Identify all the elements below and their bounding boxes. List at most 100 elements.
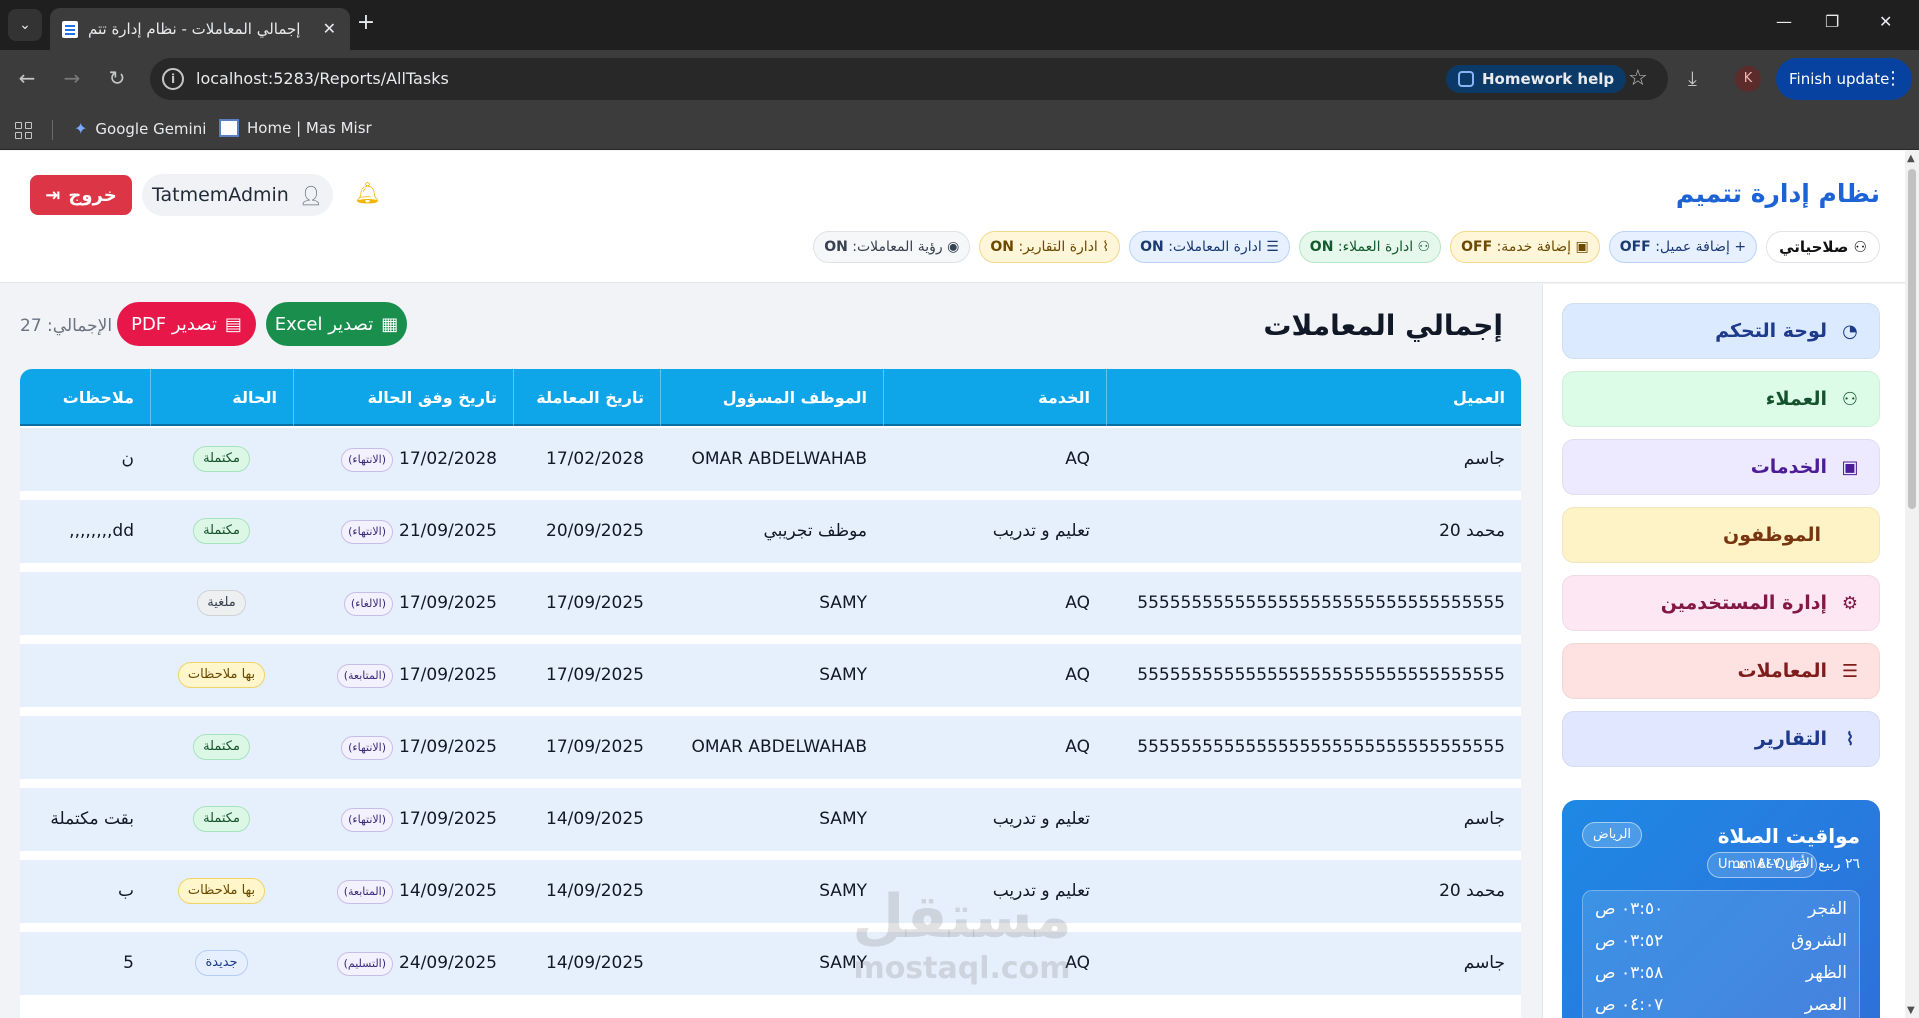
apps-grid-icon[interactable] bbox=[15, 122, 33, 140]
cell-client: جاسم bbox=[1463, 449, 1505, 469]
column-header-employee[interactable]: الموظف المسؤول bbox=[660, 369, 883, 426]
column-header-status[interactable]: الحالة bbox=[150, 369, 293, 426]
reload-icon[interactable]: ↻ bbox=[104, 66, 130, 90]
export-excel-button[interactable]: ▦ تصدير Excel bbox=[266, 302, 407, 346]
chart-line-icon: ⌇ bbox=[1845, 728, 1855, 750]
cell-employee: SAMY bbox=[819, 665, 867, 685]
logout-button[interactable]: خروج ⇥ bbox=[30, 175, 132, 215]
perm-badge-add-service: ▣ إضافة خدمة: OFF bbox=[1450, 231, 1600, 263]
state-tag-badge: (الانتهاء) bbox=[341, 519, 394, 544]
state-tag-badge: (المتابعة) bbox=[336, 663, 394, 688]
brand-title[interactable]: نظام إدارة تتميم bbox=[1676, 179, 1880, 208]
app-root: نظام إدارة تتميم خروج ⇥ 👤︎ TatmemAdmin 🔔… bbox=[0, 151, 1905, 1018]
export-pdf-label: تصدير PDF bbox=[131, 313, 217, 335]
cell-service: تعليم و تدريب bbox=[992, 521, 1090, 541]
url-text[interactable]: localhost:5283/Reports/AllTasks bbox=[196, 69, 449, 88]
cell-tx-date: 17/02/2028 bbox=[546, 449, 644, 469]
bookmark-star-icon[interactable]: ☆ bbox=[1628, 66, 1648, 91]
sidebar-item-label: الخدمات bbox=[1750, 456, 1827, 478]
table-row[interactable]: جاسم AQ SAMY 14/09/2025 24/09/2025 (التسليم) ج… bbox=[20, 932, 1521, 995]
page-favicon-icon bbox=[62, 21, 78, 38]
download-icon[interactable]: ⤓ bbox=[1688, 66, 1697, 90]
cell-status: جديدة bbox=[150, 932, 293, 995]
site-info-icon[interactable]: i bbox=[162, 68, 184, 90]
table-row[interactable]: 5555555555555555555555555555555555 AQ SAMY… bbox=[20, 572, 1521, 635]
profile-avatar[interactable]: K bbox=[1735, 66, 1761, 92]
sidebar-item-clients[interactable]: ⚇ العملاء bbox=[1562, 371, 1880, 427]
cell-notes bbox=[20, 716, 150, 779]
address-bar[interactable]: i localhost:5283/Reports/AllTasks Homewo… bbox=[150, 58, 1668, 100]
page-scrollbar[interactable]: ▲ ▼ bbox=[1905, 151, 1919, 1018]
cell-state-date: 17/09/2025 (الانتهاء) bbox=[293, 716, 513, 779]
cell-notes: 5 bbox=[123, 953, 134, 973]
state-date: 14/09/2025 bbox=[399, 881, 497, 901]
sidebar-item-user-management[interactable]: ⚙ إدارة المستخدمين bbox=[1562, 575, 1880, 631]
sidebar-item-dashboard[interactable]: ◔ لوحة التحكم bbox=[1562, 303, 1880, 359]
notification-bell-icon[interactable]: 🔔︎ bbox=[354, 181, 381, 206]
back-icon[interactable]: ← bbox=[14, 66, 40, 90]
forward-icon[interactable]: → bbox=[59, 66, 85, 90]
column-header-state-date[interactable]: تاريخ وفق الحالة bbox=[293, 369, 513, 426]
cell-tx-date: 14/09/2025 bbox=[546, 809, 644, 829]
cell-notes bbox=[20, 644, 150, 707]
state-tag-badge: (الانتهاء) bbox=[341, 735, 394, 760]
status-badge: بها ملاحظات bbox=[177, 878, 266, 904]
more-menu-icon[interactable]: ⋮ bbox=[1884, 58, 1902, 100]
close-window-icon[interactable]: ✕ bbox=[1879, 12, 1892, 31]
column-header-client[interactable]: العميل bbox=[1106, 369, 1521, 426]
table-row[interactable]: محمد 20 تعليم و تدريب SAMY 14/09/2025 14/09/… bbox=[20, 860, 1521, 923]
cell-state-date: 21/09/2025 (الانتهاء) bbox=[293, 500, 513, 563]
cell-employee: SAMY bbox=[819, 809, 867, 829]
scroll-up-icon[interactable]: ▲ bbox=[1907, 153, 1915, 164]
sidebar-item-transactions[interactable]: ☰ المعاملات bbox=[1562, 643, 1880, 699]
browser-tab-strip: ⌄ إجمالي المعاملات - نظام إدارة تتم ✕ + … bbox=[0, 0, 1919, 50]
cell-tx-date: 14/09/2025 bbox=[546, 881, 644, 901]
table-row[interactable]: جاسم تعليم و تدريب SAMY 14/09/2025 17/09/202… bbox=[20, 788, 1521, 851]
state-date: 17/09/2025 bbox=[399, 737, 497, 757]
cell-state-date: 24/09/2025 (التسليم) bbox=[293, 932, 513, 995]
cell-tx-date: 20/09/2025 bbox=[546, 521, 644, 541]
user-chip[interactable]: 👤︎ TatmemAdmin bbox=[142, 174, 333, 216]
prayer-times-list: الفجر ٠٣:٥٠ ص الشروق ٠٣:٥٢ ص الظهر ٠٣:٥٨ ص … bbox=[1582, 890, 1860, 1018]
state-date: 24/09/2025 bbox=[399, 953, 497, 973]
column-header-notes[interactable]: ملاحظات bbox=[20, 369, 150, 426]
state-date: 21/09/2025 bbox=[399, 521, 497, 541]
table-row[interactable]: محمد 20 تعليم و تدريب موظف تجريبي 20/09/202… bbox=[20, 500, 1521, 563]
user-icon: 👤︎ bbox=[298, 184, 323, 207]
restore-icon[interactable]: ❐ bbox=[1825, 12, 1839, 31]
sidebar-item-label: إدارة المستخدمين bbox=[1660, 592, 1827, 614]
table-row[interactable]: 5555555555555555555555555555555555 AQ OMAR… bbox=[20, 716, 1521, 779]
watermark: مستقل bbox=[852, 882, 1072, 952]
browser-tab[interactable]: إجمالي المعاملات - نظام إدارة تتم ✕ bbox=[50, 8, 350, 50]
state-date: 17/09/2025 bbox=[399, 665, 497, 685]
homework-help-button[interactable]: Homework help bbox=[1446, 65, 1627, 93]
sidebar-item-reports[interactable]: ⌇ التقارير bbox=[1562, 711, 1880, 767]
perm-badge-add-client: + إضافة عميل: OFF bbox=[1608, 231, 1758, 263]
prayer-row: العصر ٠٤:٠٧ ص bbox=[1595, 995, 1847, 1015]
scroll-down-icon[interactable]: ▼ bbox=[1907, 1005, 1915, 1016]
cell-state-date: 17/09/2025 (المتابعة) bbox=[293, 644, 513, 707]
bookmark-gemini[interactable]: ✦ Google Gemini bbox=[74, 119, 206, 138]
scroll-thumb[interactable] bbox=[1908, 169, 1916, 509]
sidebar-item-services[interactable]: ▣ الخدمات bbox=[1562, 439, 1880, 495]
list-check-icon: ☰ bbox=[1841, 660, 1859, 682]
export-pdf-button[interactable]: ▤ تصدير PDF bbox=[117, 302, 256, 346]
table-row[interactable]: جاسم AQ OMAR ABDELWAHAB 17/02/2028 17/02/202… bbox=[20, 428, 1521, 491]
finish-update-button[interactable]: Finish update ⋮ bbox=[1776, 58, 1912, 100]
new-tab-button[interactable]: + bbox=[354, 12, 378, 36]
column-header-service[interactable]: الخدمة bbox=[883, 369, 1106, 426]
column-header-tx-date[interactable]: تاريخ المعاملة bbox=[513, 369, 660, 426]
state-date: 17/09/2025 bbox=[399, 809, 497, 829]
sidebar-item-employees[interactable]: الموظفون bbox=[1562, 507, 1880, 563]
status-badge: مكتملة bbox=[193, 806, 250, 832]
tab-search-button[interactable]: ⌄ bbox=[8, 9, 42, 41]
page-title: إجمالي المعاملات bbox=[1263, 309, 1503, 342]
minimize-icon[interactable]: — bbox=[1776, 12, 1792, 31]
cell-employee: OMAR ABDELWAHAB bbox=[691, 449, 867, 469]
cell-service: تعليم و تدريب bbox=[992, 809, 1090, 829]
sidebar: ◔ لوحة التحكم ⚇ العملاء ▣ الخدمات الموظفون … bbox=[1542, 284, 1905, 1018]
table-row[interactable]: 5555555555555555555555555555555555 AQ SAMY… bbox=[20, 644, 1521, 707]
close-tab-icon[interactable]: ✕ bbox=[323, 19, 336, 38]
transactions-table: العميل الخدمة الموظف المسؤول تاريخ المعا… bbox=[20, 369, 1521, 1018]
bookmark-mas-misr[interactable]: Home | Mas Misr bbox=[219, 119, 372, 137]
